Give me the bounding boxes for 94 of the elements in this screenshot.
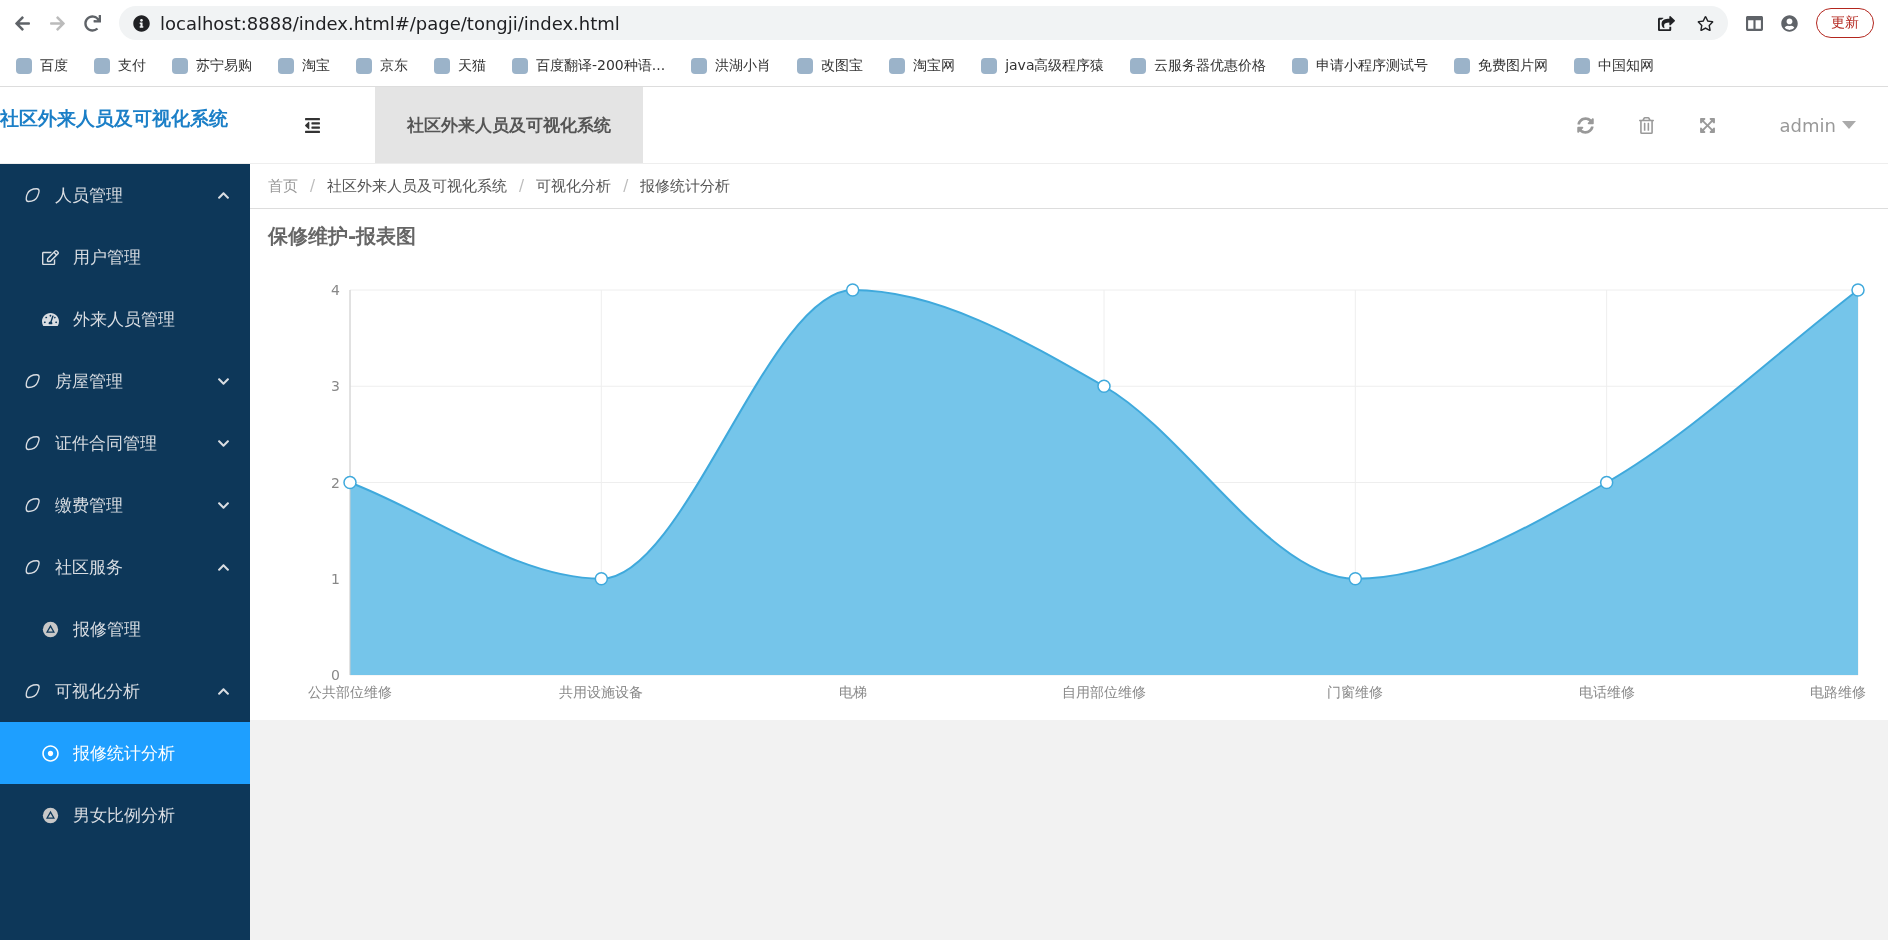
bookmark-icon: [278, 58, 294, 74]
sidebar-group[interactable]: 缴费管理: [0, 474, 250, 536]
sidebar-group[interactable]: 人员管理: [0, 164, 250, 226]
bookmark-icon: [1574, 58, 1591, 74]
bookmark[interactable]: 苏宁易购: [172, 57, 252, 75]
bookmark-icon: [172, 58, 188, 74]
bookmark[interactable]: 百度: [16, 57, 68, 75]
sidebar-item[interactable]: 用户管理: [0, 226, 250, 288]
x-axis-label: 电梯: [838, 684, 867, 700]
bookmark-icon: [1454, 58, 1471, 74]
app-logo-text: 社区外来人员及可视化系统: [0, 106, 229, 131]
caret-circle-icon: [42, 806, 59, 824]
leaf-icon: [24, 496, 41, 514]
chart-point: [343, 475, 357, 490]
chart-point: [1851, 283, 1865, 297]
trash-icon[interactable]: [1637, 116, 1655, 134]
y-tick-label: 3: [331, 378, 340, 395]
y-tick-label: 4: [331, 282, 340, 298]
bookmark[interactable]: 淘宝: [278, 57, 330, 75]
info-icon: [133, 14, 150, 32]
refresh-icon[interactable]: [1576, 116, 1594, 134]
sidebar-group[interactable]: 可视化分析: [0, 660, 250, 722]
y-tick-label: 0: [331, 667, 340, 683]
bookmark[interactable]: 淘宝网: [889, 57, 956, 75]
reload-icon[interactable]: [84, 14, 101, 32]
bookmark[interactable]: 支付: [94, 57, 146, 75]
breadcrumb-separator: /: [623, 177, 629, 195]
bookmark-icon: [1292, 58, 1309, 74]
x-axis-label: 电路维修: [1810, 684, 1866, 700]
update-button[interactable]: 更新: [1816, 8, 1874, 38]
bookmark[interactable]: 百度翻译-200种语...: [512, 57, 666, 75]
leaf-icon: [24, 372, 41, 390]
bookmark[interactable]: 京东: [356, 57, 408, 75]
bookmark[interactable]: 改图宝: [797, 57, 864, 75]
breadcrumb-link[interactable]: 可视化分析: [536, 176, 612, 196]
target-icon: [42, 744, 59, 762]
chart-point: [594, 572, 609, 586]
bookmark-icon: [889, 58, 906, 74]
bookmark[interactable]: 免费图片网: [1454, 57, 1549, 75]
star-icon[interactable]: [1697, 14, 1714, 32]
sidebar-item[interactable]: 报修管理: [0, 598, 250, 660]
bookmark-icon: [356, 58, 372, 74]
y-tick-label: 2: [331, 474, 340, 491]
bookmark-icon: [94, 58, 110, 74]
sidebar-item[interactable]: 男女比例分析: [0, 784, 250, 846]
bookmark[interactable]: 洪湖小肖: [691, 57, 772, 75]
chart-point: [1599, 475, 1614, 490]
caret-circle-icon: [42, 620, 59, 638]
bookmark-icon: [434, 58, 450, 74]
breadcrumb-separator: /: [519, 177, 525, 195]
bookmark-icon: [691, 58, 708, 74]
breadcrumb-link[interactable]: 社区外来人员及可视化系统: [327, 176, 508, 196]
side-panel-icon[interactable]: [1746, 14, 1763, 32]
leaf-icon: [24, 682, 41, 700]
sidebar-group[interactable]: 证件合同管理: [0, 412, 250, 474]
leaf-icon: [24, 186, 41, 204]
menu-toggle-icon[interactable]: [304, 116, 321, 134]
breadcrumb-link[interactable]: 报修统计分析: [640, 176, 731, 196]
bookmark[interactable]: java高级程序猿: [981, 57, 1105, 75]
x-axis-label: 共用设施设备: [559, 684, 644, 700]
edit-icon: [42, 248, 59, 266]
bookmark[interactable]: 中国知网: [1574, 57, 1655, 75]
sidebar-item[interactable]: 外来人员管理: [0, 288, 250, 350]
bookmark-icon: [512, 58, 528, 74]
x-axis-label: 公共部位维修: [308, 684, 392, 700]
bookmark-icon: [797, 58, 814, 74]
chart-point: [845, 283, 860, 297]
bookmark-icon: [981, 58, 998, 74]
gauge-icon: [42, 310, 59, 328]
bookmark-icon: [1130, 58, 1147, 74]
bookmark[interactable]: 云服务器优惠价格: [1130, 57, 1267, 75]
sidebar-group[interactable]: 房屋管理: [0, 350, 250, 412]
x-axis-label: 门窗维修: [1327, 684, 1384, 700]
share-icon[interactable]: [1658, 14, 1675, 32]
fullscreen-icon[interactable]: [1698, 116, 1716, 134]
bookmark[interactable]: 天猫: [434, 57, 486, 75]
chart-title: 保修维护-报表图: [268, 223, 418, 250]
bookmark[interactable]: 申请小程序测试号: [1292, 57, 1429, 75]
x-axis-label: 自用部位维修: [1062, 684, 1146, 700]
leaf-icon: [24, 558, 41, 576]
chart-point: [1097, 379, 1111, 393]
x-axis-label: 电话维修: [1578, 684, 1635, 700]
breadcrumb-separator: /: [310, 177, 316, 195]
sidebar-group[interactable]: 社区服务: [0, 536, 250, 598]
leaf-icon: [24, 434, 41, 452]
y-tick-label: 1: [331, 570, 340, 587]
address-bar[interactable]: localhost:8888/index.html#/page/tongji/index.html: [119, 6, 1728, 40]
header-tab[interactable]: 社区外来人员及可视化系统: [375, 87, 643, 163]
bookmark-icon: [16, 58, 32, 74]
url-text: localhost:8888/index.html#/page/tongji/index.html: [160, 12, 620, 34]
profile-icon[interactable]: [1781, 14, 1798, 32]
caret-down-icon: [1842, 121, 1856, 129]
back-icon[interactable]: [14, 14, 31, 32]
chart-point: [1348, 572, 1363, 586]
